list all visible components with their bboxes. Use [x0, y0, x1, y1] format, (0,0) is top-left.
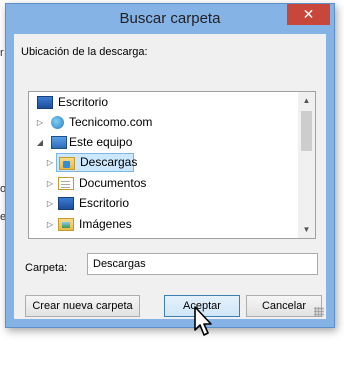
cancel-button[interactable]: Cancelar — [246, 295, 322, 317]
close-button[interactable]: ✕ — [287, 4, 330, 25]
tree-item-escritorio[interactable]: Escritorio — [29, 93, 297, 112]
new-folder-button[interactable]: Crear nueva carpeta — [25, 295, 140, 317]
close-icon: ✕ — [302, 6, 315, 22]
folder-input[interactable] — [87, 253, 318, 275]
background-text-1: r — [0, 47, 4, 59]
tree-item-label: Imágenes — [79, 217, 132, 231]
desktop-icon — [37, 96, 53, 109]
expand-arrow-icon[interactable]: ▷ — [45, 174, 55, 193]
tree-item-label: Escritorio — [79, 196, 130, 210]
expand-arrow-icon[interactable]: ▷ — [45, 194, 55, 213]
scroll-thumb[interactable] — [301, 111, 312, 151]
dialog-title: Buscar carpeta — [119, 10, 221, 27]
tree-item-label: Escritorio — [58, 95, 109, 109]
globe-icon — [51, 116, 64, 129]
collapse-arrow-icon[interactable]: ◢ — [35, 133, 45, 152]
expand-arrow-icon[interactable]: ▷ — [35, 113, 45, 132]
download-location-label: Ubicación de la descarga: — [21, 46, 148, 58]
documents-folder-icon — [58, 177, 74, 190]
title-bar[interactable]: Buscar carpeta ✕ — [6, 4, 334, 34]
tree-item-label: Descargas — [80, 155, 138, 169]
expand-arrow-icon[interactable]: ▷ — [45, 153, 55, 172]
resize-grip-icon[interactable] — [314, 307, 324, 317]
desktop-folder-icon — [58, 197, 74, 210]
tree-item-escritorio-folder[interactable]: ▷ Escritorio — [45, 194, 297, 213]
scroll-down-icon[interactable]: ▼ — [298, 221, 315, 238]
folder-tree[interactable]: Escritorio ▷ Tecnicomo.com ◢ Este equipo… — [28, 91, 316, 239]
tree-item-tecnicomo[interactable]: ▷ Tecnicomo.com — [29, 113, 297, 132]
tree-item-label: Documentos — [79, 176, 147, 190]
computer-icon — [51, 136, 67, 149]
expand-arrow-icon[interactable]: ▷ — [45, 215, 55, 234]
scroll-up-icon[interactable]: ▲ — [298, 92, 315, 109]
tree-item-este-equipo[interactable]: ◢ Este equipo — [29, 133, 297, 152]
vertical-scrollbar[interactable]: ▲ ▼ — [298, 92, 315, 238]
pictures-folder-icon — [58, 218, 74, 231]
browse-folder-dialog: Buscar carpeta ✕ Ubicación de la descarg… — [5, 3, 335, 328]
tree-item-documentos[interactable]: ▷ Documentos — [45, 174, 297, 193]
folder-label: Carpeta: — [25, 262, 68, 274]
tree-item-label: Tecnicomo.com — [69, 115, 153, 129]
tree-item-label: Este equipo — [69, 135, 133, 149]
mouse-pointer-icon — [194, 306, 212, 336]
dialog-body: Ubicación de la descarga: Escritorio ▷ T… — [14, 34, 326, 319]
tree-item-descargas-selection[interactable]: Descargas — [56, 153, 138, 172]
tree-item-imagenes[interactable]: ▷ Imágenes — [45, 215, 297, 234]
downloads-folder-icon — [59, 157, 75, 170]
